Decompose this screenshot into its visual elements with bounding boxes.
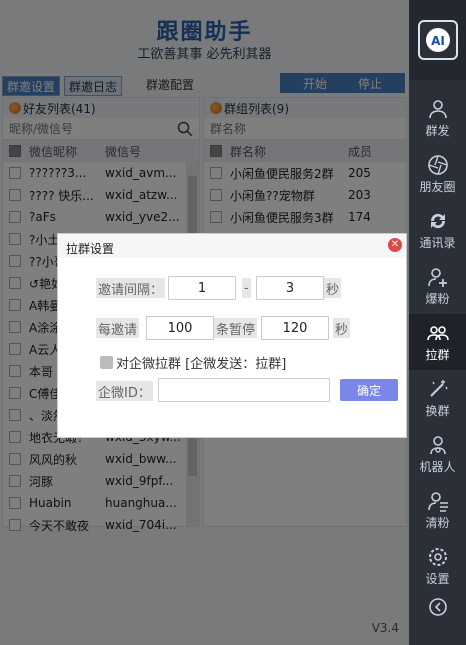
magic-icon [429, 379, 448, 397]
sidebar-item-label: 拉群 [425, 347, 450, 362]
gear-icon [428, 547, 447, 566]
sync-icon [430, 213, 445, 228]
sidebar: AI 群发朋友圈通讯录爆粉拉群换群机器人清粉设置 [409, 0, 466, 645]
interval-label: 邀请间隔： [96, 278, 166, 298]
add-user-icon [427, 267, 447, 287]
sidebar-item-group-send[interactable]: 群发 [409, 90, 466, 146]
dialog-title: 拉群设置 [66, 242, 115, 256]
svg-text:AI: AI [431, 34, 445, 48]
group-send-icon [428, 99, 447, 118]
per-invite-input[interactable]: 100 [146, 316, 214, 340]
confirm-button[interactable]: 确定 [340, 379, 398, 401]
sidebar-item-label: 群发 [425, 123, 450, 138]
pull-group-icon [426, 325, 449, 340]
wecom-checkbox-label: 对企微拉群 [企微发送：拉群] [116, 357, 287, 372]
interval-max-input[interactable]: 3 [256, 276, 324, 300]
sidebar-item-label: 设置 [425, 571, 450, 586]
back-icon [428, 598, 447, 616]
sidebar-item-robot[interactable]: 机器人 [409, 426, 466, 482]
close-icon[interactable]: ✕ [388, 238, 402, 252]
sidebar-item-pull-group[interactable]: 拉群 [409, 314, 466, 370]
pause-seconds-label: 秒 [333, 318, 351, 338]
sidebar-item-clear-user[interactable]: 清粉 [409, 482, 466, 538]
sidebar-item-label: 通讯录 [419, 235, 456, 250]
pull-group-dialog: 拉群设置 ✕ 邀请间隔： 1 - 3 秒 每邀请 100 条暂停 120 秒 对… [57, 233, 407, 438]
robot-icon [429, 435, 446, 454]
pause-label: 条暂停 [214, 318, 258, 338]
sidebar-item-label: 换群 [425, 403, 450, 418]
sidebar-top: AI [409, 0, 466, 80]
wecom-checkbox[interactable] [100, 356, 113, 369]
sidebar-item-aperture[interactable]: 朋友圈 [409, 146, 466, 202]
sidebar-item-label: 爆粉 [425, 291, 450, 306]
interval-seconds-label: 秒 [324, 278, 342, 298]
pause-input[interactable]: 120 [261, 316, 329, 340]
sidebar-item-sync[interactable]: 通讯录 [409, 202, 466, 258]
wecom-id-input[interactable] [158, 378, 330, 402]
per-invite-label: 每邀请 [96, 318, 140, 338]
sidebar-item-magic[interactable]: 换群 [409, 370, 466, 426]
sidebar-item-add-user[interactable]: 爆粉 [409, 258, 466, 314]
sidebar-item-label: 清粉 [425, 515, 450, 530]
wecom-id-label: 企微ID： [96, 381, 153, 401]
aperture-icon [427, 154, 448, 175]
logo-icon: AI [418, 20, 458, 60]
back-button[interactable] [409, 588, 466, 628]
interval-dash: - [242, 278, 251, 298]
interval-min-input[interactable]: 1 [168, 276, 236, 300]
sidebar-item-gear[interactable]: 设置 [409, 538, 466, 594]
app-window: 跟圈助手 工欲善其事 必先利其器 群邀设置 群邀日志 群邀配置 开始 停止 好友… [0, 0, 466, 645]
sidebar-item-label: 朋友圈 [419, 179, 456, 194]
sidebar-item-label: 机器人 [419, 459, 456, 474]
clear-user-icon [427, 491, 448, 512]
